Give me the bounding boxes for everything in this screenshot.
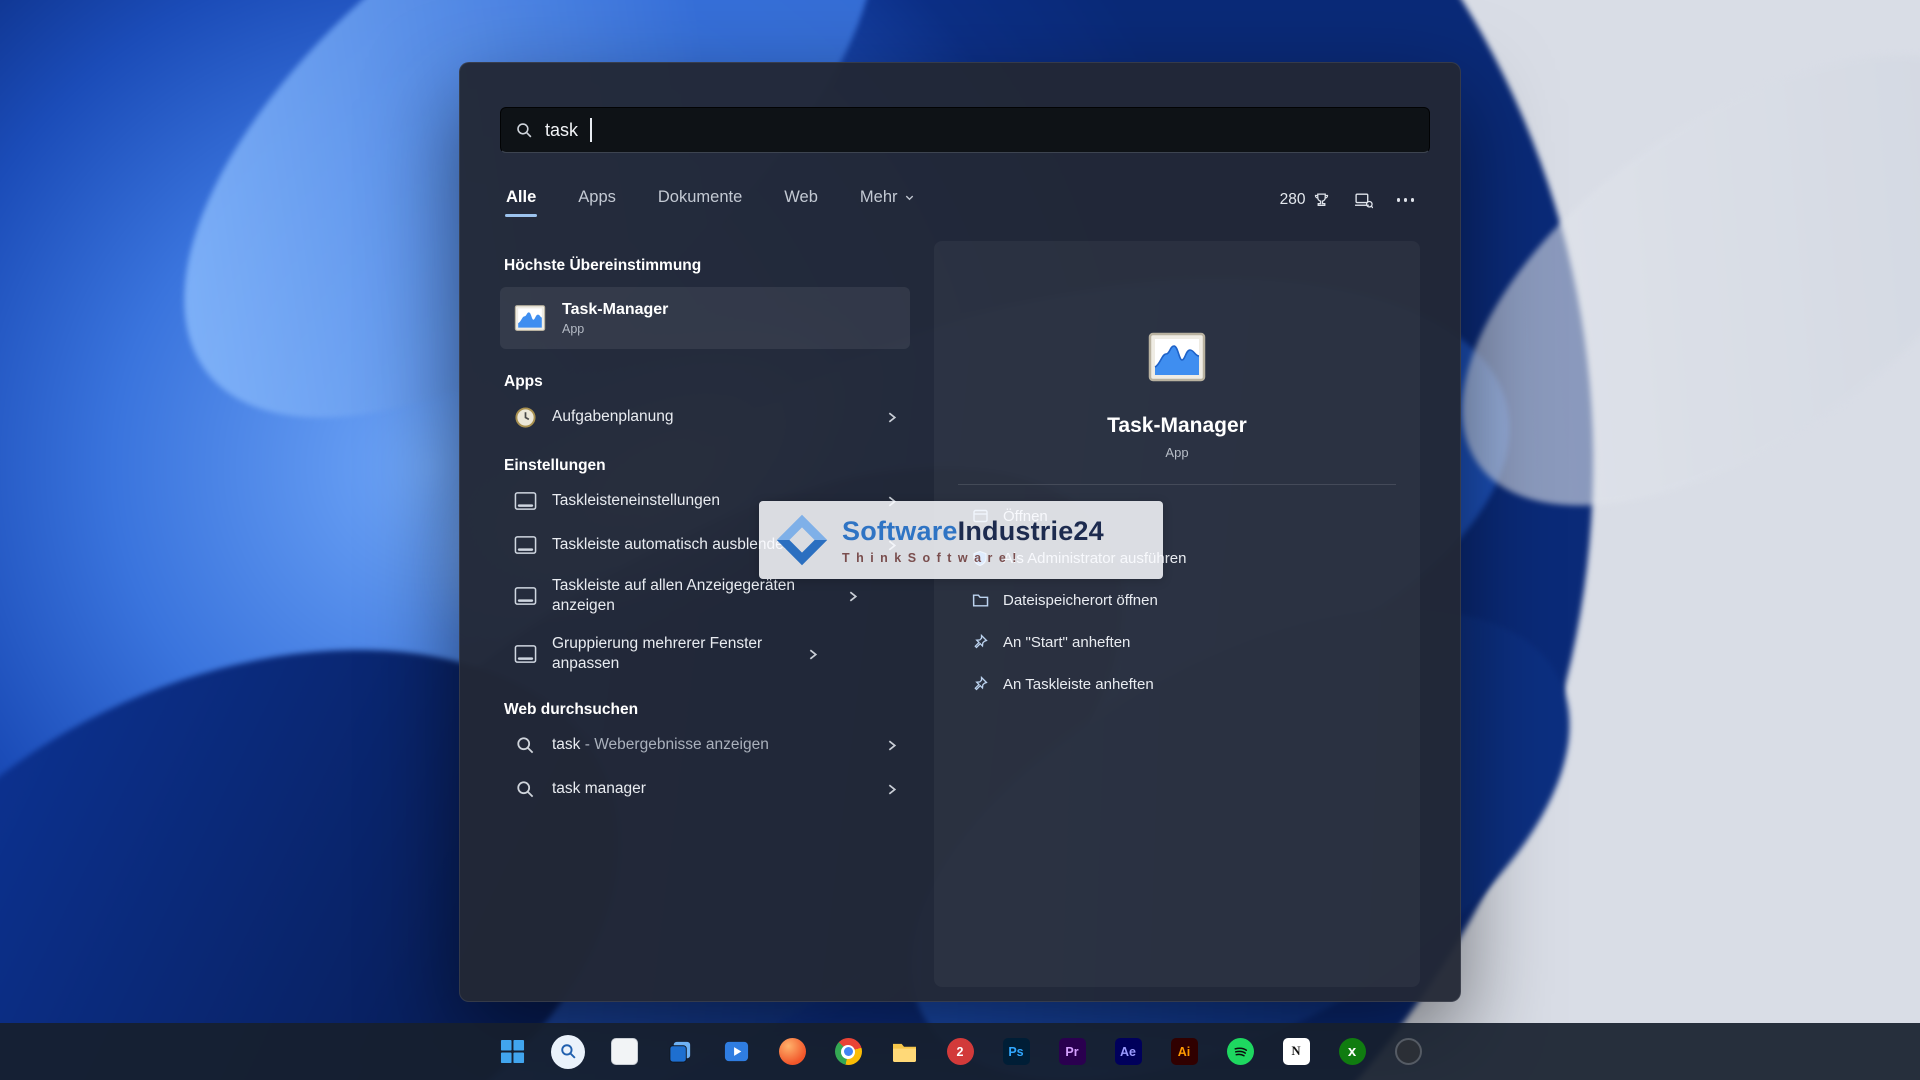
taskbar-icon-start[interactable] [491,1031,533,1073]
notion-icon: N [1283,1038,1310,1065]
rewards-points: 280 [1280,191,1306,209]
tab-alle[interactable]: Alle [504,184,538,217]
white-app-icon [611,1038,638,1065]
task-view-icon [667,1038,694,1065]
search-tabs: Alle Apps Dokumente Web Mehr 280 [504,181,1414,219]
taskbar-icon-notion[interactable]: N [1275,1031,1317,1073]
web-query: task manager [552,780,646,797]
web-search-header: Web durchsuchen [504,701,910,719]
folder-icon [970,593,990,608]
premiere-icon: Pr [1059,1038,1086,1065]
task-manager-icon [512,300,548,336]
search-results-area: Höchste Übereinstimmung Task-Manager App… [500,241,1420,987]
search-icon [516,122,533,139]
tab-mehr[interactable]: Mehr [858,184,917,217]
rewards-badge[interactable]: 280 [1280,191,1330,209]
chevron-down-icon [904,192,915,203]
media-app-icon [723,1038,750,1065]
settings-header: Einstellungen [504,457,910,475]
taskbar-icon-premiere[interactable]: Pr [1051,1031,1093,1073]
preview-title: Task-Manager [1107,414,1247,438]
watermark-logo-icon [775,513,829,567]
taskbar-icon-illustrator[interactable]: Ai [1163,1031,1205,1073]
taskbar-icon-after-effects[interactable]: Ae [1107,1031,1149,1073]
taskbar-icon-dark-app[interactable] [1387,1031,1429,1073]
chevron-right-icon [885,739,898,752]
taskbar-icon-white-app[interactable] [603,1031,645,1073]
tab-web[interactable]: Web [782,184,820,217]
best-match-task-manager[interactable]: Task-Manager App [500,287,910,349]
tab-apps[interactable]: Apps [576,184,618,217]
results-list: Höchste Übereinstimmung Task-Manager App… [500,241,910,987]
result-label: Aufgabenplanung [552,407,871,427]
taskbar-icon-photoshop[interactable]: Ps [995,1031,1037,1073]
watermark: SoftwareIndustrie24 T h i n k S o f t w … [759,501,1163,579]
taskbar-icon-chrome[interactable] [827,1031,869,1073]
after-effects-icon: Ae [1115,1038,1142,1065]
best-match-header: Höchste Übereinstimmung [504,257,910,275]
best-match-title: Task-Manager [562,301,668,319]
best-match-subtitle: App [562,322,668,336]
windows-logo-icon [500,1039,525,1064]
result-gruppierung-fenster[interactable]: Gruppierung mehrerer Fenster anpassen [500,625,910,683]
watermark-brand-1: Software [842,516,958,546]
search-icon [512,780,538,799]
chevron-right-icon [846,590,859,603]
chevron-right-icon [885,411,898,424]
dark-app-icon [1395,1038,1422,1065]
result-web-task[interactable]: task - Webergebnisse anzeigen [500,723,910,767]
xbox-icon: x [1339,1038,1366,1065]
device-search-icon[interactable] [1354,192,1373,209]
taskbar-icon-file-explorer[interactable] [883,1031,925,1073]
taskbar-icon-search[interactable] [547,1031,589,1073]
watermark-brand-2: Industrie24 [958,516,1104,546]
more-options-icon[interactable] [1397,198,1415,202]
chevron-right-icon [806,648,819,661]
taskbar-settings-icon [512,535,538,555]
spotify-icon [1227,1038,1254,1065]
action-pin-to-start[interactable]: An "Start" anheften [958,621,1396,663]
search-icon [512,736,538,755]
apps-header: Apps [504,373,910,391]
taskbar-icon-xbox[interactable]: x [1331,1031,1373,1073]
search-input[interactable]: task [500,107,1430,153]
taskbar: 2 Ps Pr Ae Ai N x [0,1023,1920,1080]
preview-panel: Task-Manager App Öffnen Als Administrato… [934,241,1420,987]
taskbar-icon-spotify[interactable] [1219,1031,1261,1073]
clock-icon [512,406,538,429]
text-caret [590,118,592,142]
taskbar-icon-media-app[interactable] [715,1031,757,1073]
action-open-file-location[interactable]: Dateispeicherort öffnen [958,579,1396,621]
result-label: Gruppierung mehrerer Fenster anpassen [552,634,792,674]
chrome-icon [835,1038,862,1065]
orange-app-icon [779,1038,806,1065]
result-label: Taskleiste auf allen Anzeigegeräten anze… [552,576,832,616]
search-query-text: task [545,120,578,141]
chevron-right-icon [885,783,898,796]
tab-dokumente[interactable]: Dokumente [656,184,744,217]
preview-subtitle: App [1165,445,1188,460]
web-suffix: - Webergebnisse anzeigen [580,736,768,753]
taskbar-settings-icon [512,586,538,606]
pin-icon [970,634,990,650]
watermark-tagline: T h i n k S o f t w a r e ! [842,551,1104,565]
tabs-right-cluster: 280 [1280,191,1414,209]
taskbar-icon-red-app[interactable]: 2 [939,1031,981,1073]
taskbar-icon-task-view[interactable] [659,1031,701,1073]
taskbar-settings-icon [512,491,538,511]
illustrator-icon: Ai [1171,1038,1198,1065]
pin-icon [970,676,990,692]
taskbar-settings-icon [512,644,538,664]
search-icon [551,1035,585,1069]
action-pin-to-taskbar[interactable]: An Taskleiste anheften [958,663,1396,705]
result-web-task-manager[interactable]: task manager [500,767,910,811]
rewards-trophy-icon [1313,192,1330,209]
web-query: task [552,736,580,753]
folder-icon [891,1040,918,1063]
result-aufgabenplanung[interactable]: Aufgabenplanung [500,395,910,439]
task-manager-large-icon [1145,325,1209,394]
photoshop-icon: Ps [1003,1038,1030,1065]
taskbar-icon-orange-app[interactable] [771,1031,813,1073]
red-app-icon: 2 [947,1038,974,1065]
